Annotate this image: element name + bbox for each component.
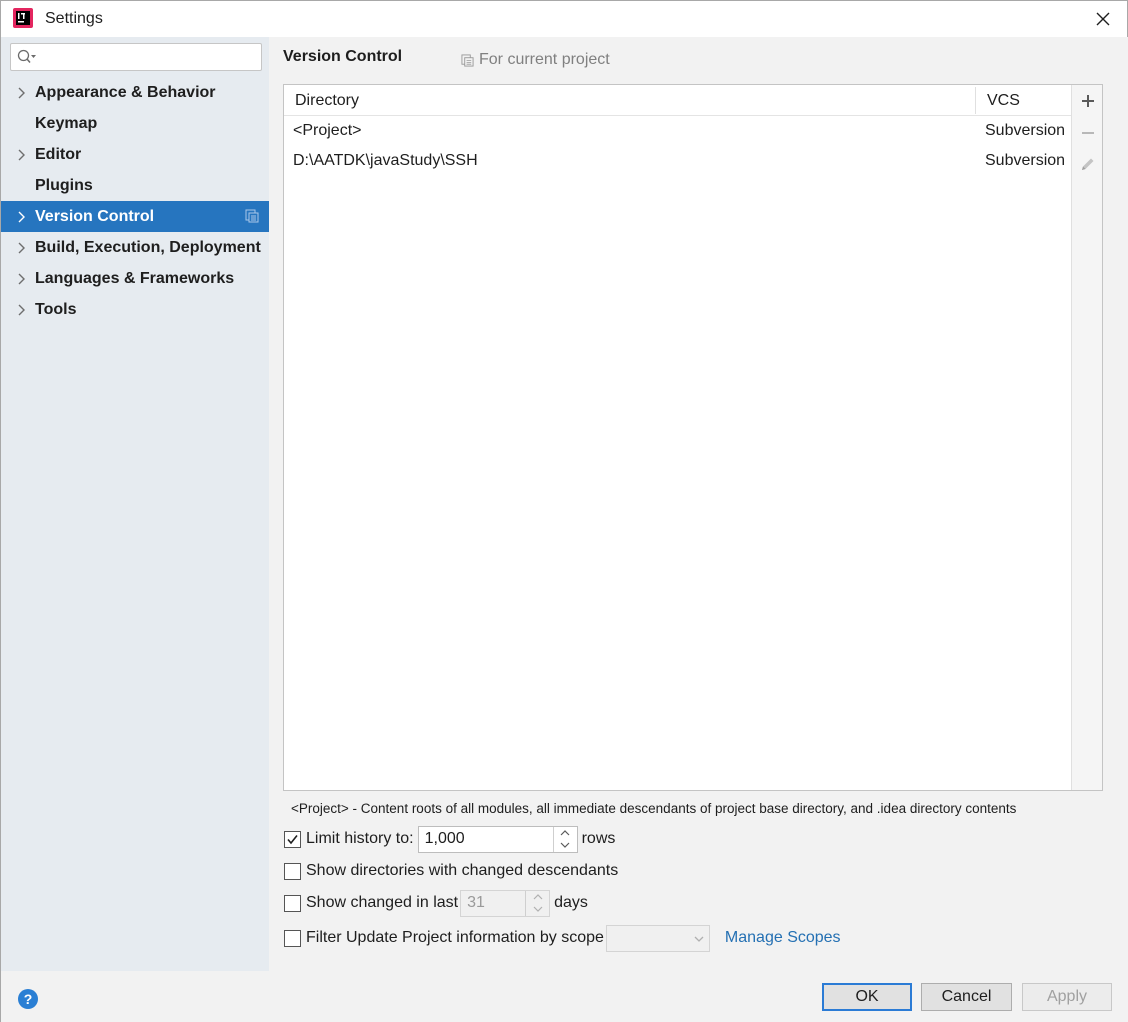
sidebar-item-label: Tools bbox=[35, 300, 77, 318]
show-changed-input[interactable] bbox=[461, 890, 527, 916]
page-title: Version Control bbox=[283, 48, 403, 65]
show-changed-option: Show changed in last days bbox=[284, 889, 588, 917]
settings-nav-tree: Appearance & Behavior Keymap Editor Plug… bbox=[1, 77, 269, 325]
sidebar-item-editor[interactable]: Editor bbox=[1, 139, 269, 170]
show-changed-unit: days bbox=[554, 894, 588, 911]
sidebar-item-label: Keymap bbox=[35, 114, 98, 132]
help-button[interactable]: ? bbox=[18, 989, 38, 1009]
filter-update-checkbox[interactable] bbox=[284, 929, 301, 947]
sidebar-item-label: Languages & Frameworks bbox=[35, 269, 235, 287]
settings-content-panel: Version Control For current project Dire… bbox=[269, 37, 1128, 971]
sidebar-item-tools[interactable]: Tools bbox=[1, 294, 269, 325]
spinner-up-button[interactable] bbox=[554, 827, 577, 839]
sidebar-item-label: Plugins bbox=[35, 176, 93, 194]
spinner-arrows bbox=[525, 890, 549, 916]
sidebar-item-version-control[interactable]: Version Control bbox=[1, 201, 269, 232]
search-icon bbox=[17, 49, 36, 63]
filter-update-option: Filter Update Project information by sco… bbox=[284, 924, 841, 952]
sidebar-item-plugins[interactable]: Plugins bbox=[1, 170, 269, 201]
scope-indicator: For current project bbox=[461, 51, 610, 69]
intellij-app-icon bbox=[13, 8, 33, 28]
plus-icon bbox=[1082, 95, 1094, 107]
chevron-up-icon bbox=[560, 829, 570, 835]
chevron-right-icon[interactable] bbox=[17, 210, 27, 224]
limit-history-option: Limit history to: rows bbox=[284, 825, 616, 853]
limit-history-spinner[interactable] bbox=[417, 825, 578, 853]
show-directories-option: Show directories with changed descendant… bbox=[284, 858, 618, 884]
vcs-mappings-table: Directory VCS <Project> Subversion D:\AA… bbox=[283, 84, 1103, 791]
limit-history-label: Limit history to: bbox=[306, 830, 414, 847]
limit-history-checkbox[interactable] bbox=[284, 830, 301, 848]
cell-directory: D:\AATDK\javaStudy\SSH bbox=[293, 152, 478, 169]
limit-history-unit: rows bbox=[581, 830, 616, 847]
column-header-vcs[interactable]: VCS bbox=[987, 92, 1020, 110]
edit-mapping-button[interactable] bbox=[1078, 154, 1098, 174]
chevron-right-icon[interactable] bbox=[17, 241, 27, 255]
sidebar-item-label: Build, Execution, Deployment bbox=[35, 238, 261, 256]
sidebar-item-label: Appearance & Behavior bbox=[35, 83, 216, 101]
table-toolbar bbox=[1071, 85, 1102, 790]
settings-window: Settings Appearance & Behavior Keymap Ed… bbox=[0, 0, 1128, 1022]
help-icon: ? bbox=[23, 991, 33, 1007]
manage-scopes-link[interactable]: Manage Scopes bbox=[725, 929, 841, 947]
ok-button[interactable]: OK bbox=[822, 983, 912, 1011]
scope-indicator-label: For current project bbox=[479, 51, 610, 68]
settings-search-box[interactable] bbox=[10, 43, 262, 71]
add-mapping-button[interactable] bbox=[1078, 91, 1098, 111]
sidebar-item-label: Editor bbox=[35, 145, 82, 163]
show-directories-checkbox[interactable] bbox=[284, 862, 301, 880]
scope-dropdown[interactable] bbox=[605, 924, 710, 952]
chevron-right-icon[interactable] bbox=[17, 272, 27, 286]
close-button[interactable] bbox=[1091, 7, 1115, 31]
sidebar-item-build-execution-deployment[interactable]: Build, Execution, Deployment bbox=[1, 232, 269, 263]
dialog-footer: ? OK Cancel Apply bbox=[1, 971, 1128, 1022]
checkmark-icon bbox=[287, 834, 298, 844]
cell-vcs: Subversion bbox=[985, 122, 1066, 139]
limit-history-input[interactable] bbox=[418, 826, 554, 852]
remove-mapping-button[interactable] bbox=[1078, 123, 1098, 143]
show-changed-label: Show changed in last bbox=[306, 894, 459, 911]
project-note: <Project> - Content roots of all modules… bbox=[291, 801, 1017, 816]
show-changed-checkbox[interactable] bbox=[284, 894, 301, 912]
chevron-down-icon bbox=[694, 936, 704, 942]
show-directories-label: Show directories with changed descendant… bbox=[306, 862, 619, 879]
minus-icon bbox=[1082, 132, 1094, 134]
chevron-down-icon bbox=[560, 842, 570, 848]
cancel-button[interactable]: Cancel bbox=[921, 983, 1012, 1011]
cell-vcs: Subversion bbox=[985, 152, 1066, 169]
spinner-down-button[interactable] bbox=[554, 839, 577, 851]
chevron-right-icon[interactable] bbox=[17, 86, 27, 100]
table-row[interactable]: <Project> Subversion bbox=[284, 116, 1071, 146]
window-title: Settings bbox=[45, 10, 103, 27]
chevron-up-icon bbox=[533, 893, 543, 899]
chevron-right-icon[interactable] bbox=[17, 148, 27, 162]
pencil-icon bbox=[1082, 158, 1094, 170]
title-bar: Settings bbox=[1, 1, 1127, 37]
cell-directory: <Project> bbox=[293, 122, 362, 139]
settings-search-input[interactable] bbox=[41, 47, 256, 67]
chevron-right-icon[interactable] bbox=[17, 303, 27, 317]
column-divider[interactable] bbox=[975, 87, 976, 114]
sidebar-item-keymap[interactable]: Keymap bbox=[1, 108, 269, 139]
sidebar-item-appearance-behavior[interactable]: Appearance & Behavior bbox=[1, 77, 269, 108]
apply-button[interactable]: Apply bbox=[1022, 983, 1112, 1011]
chevron-down-icon bbox=[533, 906, 543, 912]
project-scope-icon bbox=[461, 53, 474, 67]
project-scope-icon bbox=[245, 209, 259, 223]
spinner-down-button[interactable] bbox=[526, 903, 549, 915]
spinner-up-button[interactable] bbox=[526, 891, 549, 903]
table-body[interactable]: Directory VCS <Project> Subversion D:\AA… bbox=[284, 85, 1071, 790]
settings-sidebar: Appearance & Behavior Keymap Editor Plug… bbox=[1, 37, 269, 971]
filter-update-label: Filter Update Project information by sco… bbox=[306, 929, 604, 946]
show-changed-spinner[interactable] bbox=[460, 889, 551, 917]
column-header-directory[interactable]: Directory bbox=[295, 92, 359, 110]
table-row[interactable]: D:\AATDK\javaStudy\SSH Subversion bbox=[284, 146, 1071, 176]
close-icon bbox=[1096, 12, 1110, 26]
spinner-arrows bbox=[552, 826, 577, 852]
sidebar-item-label: Version Control bbox=[35, 207, 155, 225]
table-header: Directory VCS bbox=[284, 85, 1071, 116]
sidebar-item-languages-frameworks[interactable]: Languages & Frameworks bbox=[1, 263, 269, 294]
